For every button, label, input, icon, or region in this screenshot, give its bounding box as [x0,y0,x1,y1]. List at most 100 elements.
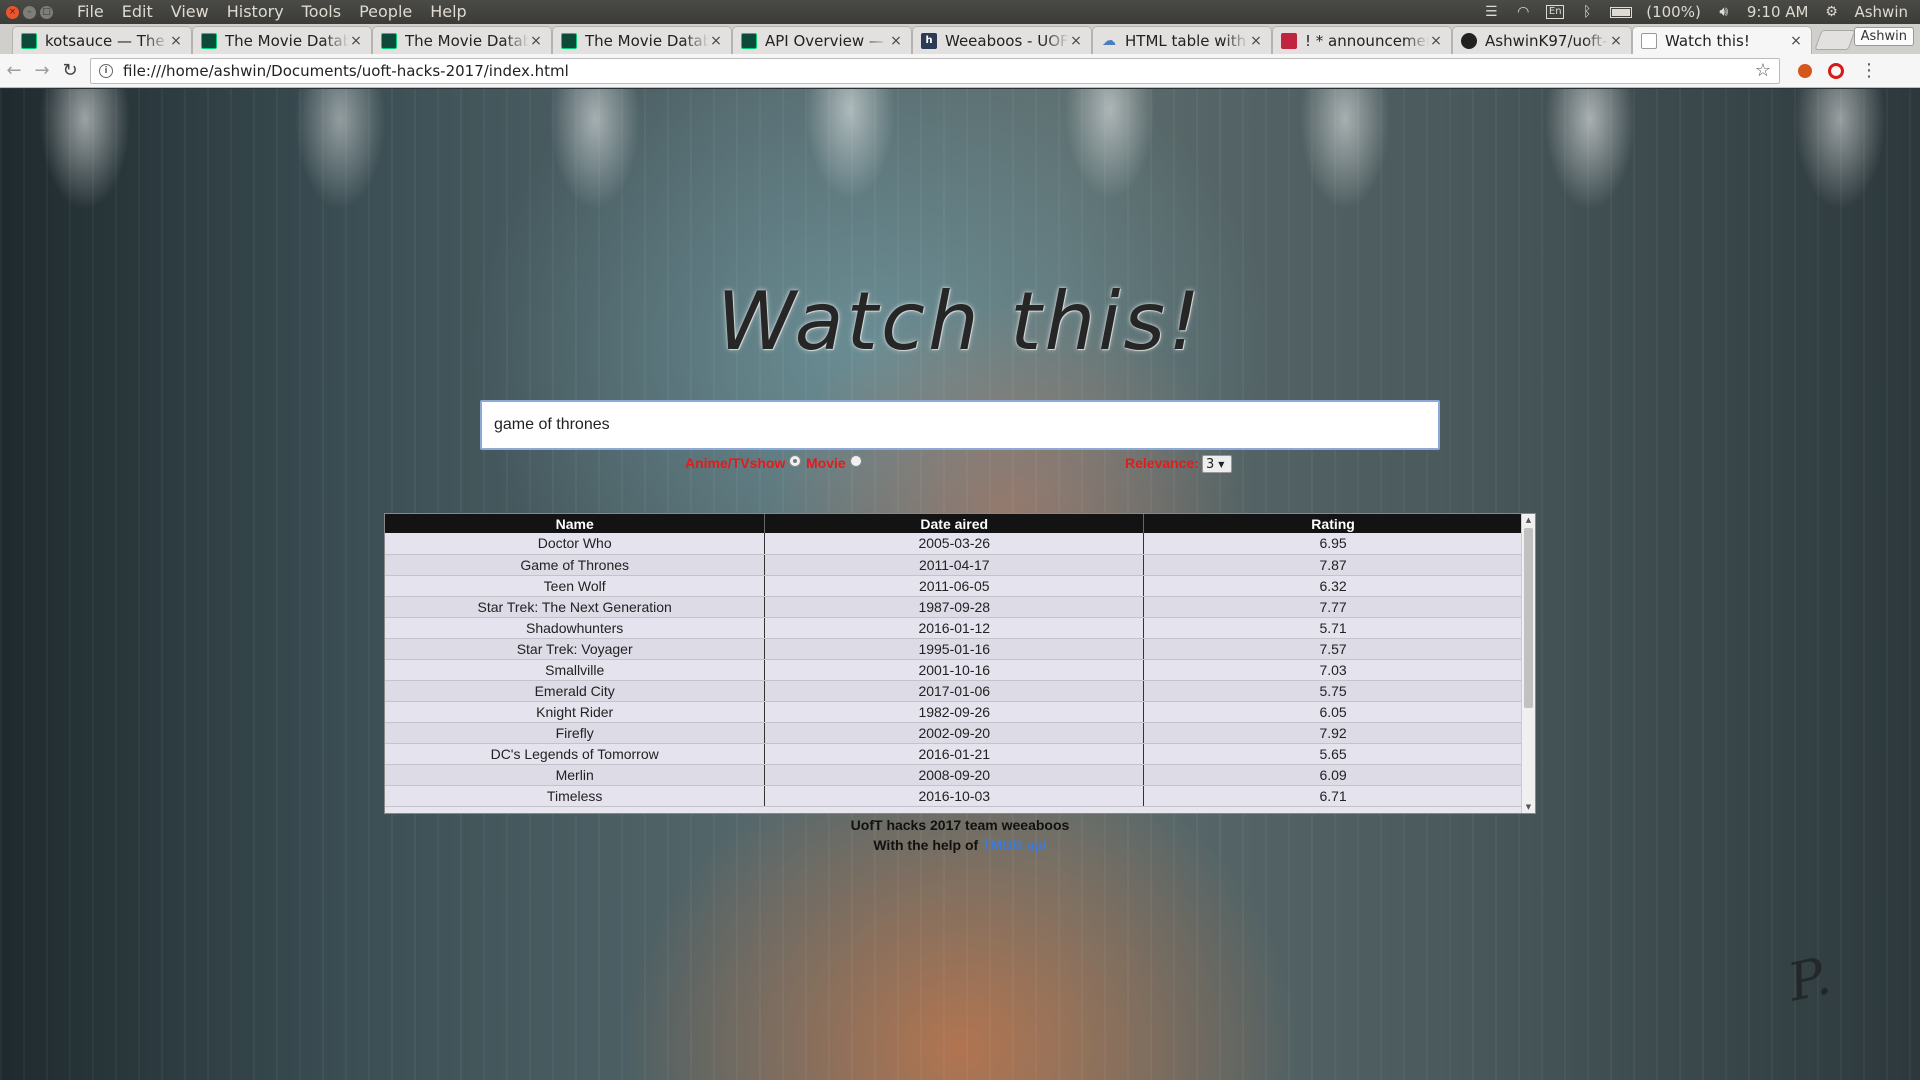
cell-date-aired: 2011-06-05 [764,575,1145,597]
browser-tab[interactable]: AshwinK97/uoft- × [1452,26,1632,54]
bluetooth-icon[interactable]: ᛒ [1578,4,1596,20]
movie-label: Movie [806,455,846,471]
cell-name: Emerald City [385,680,766,702]
cell-date-aired: 2016-10-03 [764,785,1145,807]
menu-file[interactable]: File [68,0,113,24]
opera-icon[interactable] [1828,62,1844,79]
browser-tab[interactable]: The Movie Datab × [372,26,552,54]
scroll-thumb[interactable] [1524,528,1533,708]
browser-tab[interactable]: ! * announcemen × [1272,26,1452,54]
cell-name: Knight Rider [385,701,766,723]
results-table: Name Date aired Rating Doctor Who 2005-03… [385,514,1523,807]
menu-people[interactable]: People [350,0,421,24]
menu-history[interactable]: History [218,0,293,24]
menu-edit[interactable]: Edit [113,0,162,24]
clock[interactable]: 9:10 AM [1747,3,1809,21]
tmdb-api-link[interactable]: TMDB api [982,837,1047,853]
close-tab-icon[interactable]: × [889,33,903,49]
cell-date-aired: 2016-01-12 [764,617,1145,639]
footer-credit: UofT hacks 2017 team weeaboos [850,817,1070,833]
user-name[interactable]: Ashwin [1854,3,1908,21]
browser-tab[interactable]: The Movie Datab × [192,26,372,54]
tab-title: The Movie Datab [225,31,349,50]
table-row: Doctor Who 2005-03-26 6.95 [385,533,1523,555]
keyboard-layout-indicator[interactable]: En [1546,5,1565,19]
close-tab-icon[interactable]: × [169,33,183,49]
cell-date-aired: 1995-01-16 [764,638,1145,660]
cell-date-aired: 2001-10-16 [764,659,1145,681]
browser-tab[interactable]: The Movie Datab × [552,26,732,54]
cell-rating: 5.65 [1143,743,1523,765]
battery-percentage: (100%) [1646,3,1701,21]
search-input[interactable]: game of thrones [480,400,1440,450]
browser-tab[interactable]: API Overview — T × [732,26,912,54]
close-tab-icon[interactable]: × [709,33,723,49]
close-tab-icon[interactable]: × [1069,33,1083,49]
results-table-container[interactable]: Name Date aired Rating Doctor Who 2005-03… [384,513,1536,814]
table-header-row: Name Date aired Rating [385,514,1523,533]
table-row: Smallville 2001-10-16 7.03 [385,659,1523,681]
wifi-icon[interactable]: ◠ [1514,4,1532,20]
extension-icon[interactable] [1798,63,1812,78]
menu-kebab-icon[interactable]: ⋮ [1860,60,1878,81]
document-favicon-icon [1641,32,1657,49]
table-row: Star Trek: The Next Generation 1987-09-28… [385,596,1523,618]
browser-tab-active[interactable]: Watch this! × [1632,26,1812,54]
movie-radio[interactable] [850,455,862,467]
cell-name: Firefly [385,722,766,744]
scroll-up-icon[interactable]: ▲ [1522,514,1535,526]
browser-tab[interactable]: ☁ HTML table with × [1092,26,1272,54]
search-input-value[interactable]: game of thrones [494,416,610,434]
cell-rating: 6.95 [1143,533,1523,555]
address-bar[interactable]: i file:///home/ashwin/Documents/uoft-hac… [90,57,1780,84]
menu-help[interactable]: Help [421,0,475,24]
profile-badge[interactable]: Ashwin [1853,27,1914,46]
minimize-window-icon[interactable]: – [23,5,36,19]
tab-title: HTML table with [1125,31,1247,50]
cell-rating: 6.09 [1143,764,1523,786]
relevance-select[interactable]: 3 ▼ [1202,455,1232,473]
info-icon[interactable]: i [99,63,113,78]
close-tab-icon[interactable]: × [529,33,543,49]
list-icon[interactable]: ☰ [1482,4,1500,20]
cell-name: Timeless [385,785,766,807]
reload-icon[interactable]: ↻ [56,60,84,81]
cell-name: Star Trek: The Next Generation [385,596,766,618]
maximize-window-icon[interactable]: □ [40,5,53,19]
menu-view[interactable]: View [162,0,218,24]
anime-tvshow-radio[interactable] [789,455,801,467]
tab-title: AshwinK97/uoft- [1485,31,1608,50]
footer-help-line: With the help of TMDB api [0,835,1920,855]
footer-help-prefix: With the help of [873,837,983,853]
tmdb-favicon-icon [741,32,757,49]
url-text[interactable]: file:///home/ashwin/Documents/uoft-hacks… [123,62,1755,80]
os-menubar: × – □ File Edit View History Tools Peopl… [0,0,1920,24]
cell-date-aired: 2005-03-26 [764,533,1145,555]
forward-arrow-icon[interactable]: → [28,60,56,81]
volume-icon[interactable]: 🔊︎ [1715,4,1733,20]
gear-icon[interactable]: ⚙ [1822,4,1840,20]
tab-title: kotsauce — The M [45,31,169,50]
tmdb-favicon-icon [381,32,397,49]
cell-name: Teen Wolf [385,575,766,597]
menu-tools[interactable]: Tools [293,0,350,24]
table-body: Doctor Who 2005-03-26 6.95 Game of Thrones 2… [385,533,1523,807]
tab-title: ! * announcemen [1305,31,1429,50]
app-menu: File Edit View History Tools People Help [68,0,476,24]
search-options: Anime/TVshow Movie Relevance: 3 ▼ [0,451,1920,475]
table-scrollbar[interactable]: ▲ ▼ [1521,514,1535,813]
close-tab-icon[interactable]: × [1249,33,1263,49]
tab-title: The Movie Datab [585,31,709,50]
browser-tab[interactable]: h Weeaboos - UOFT × [912,26,1092,54]
close-tab-icon[interactable]: × [1609,33,1623,49]
close-window-icon[interactable]: × [6,5,19,19]
back-arrow-icon[interactable]: ← [0,60,28,81]
battery-icon[interactable] [1610,6,1633,18]
browser-tab[interactable]: kotsauce — The M × [12,26,192,54]
bookmark-star-icon[interactable]: ☆ [1755,60,1771,81]
scroll-down-icon[interactable]: ▼ [1522,801,1535,813]
close-tab-icon[interactable]: × [349,33,363,49]
new-tab-button[interactable] [1814,30,1856,50]
close-tab-icon[interactable]: × [1789,33,1803,49]
close-tab-icon[interactable]: × [1429,33,1443,49]
